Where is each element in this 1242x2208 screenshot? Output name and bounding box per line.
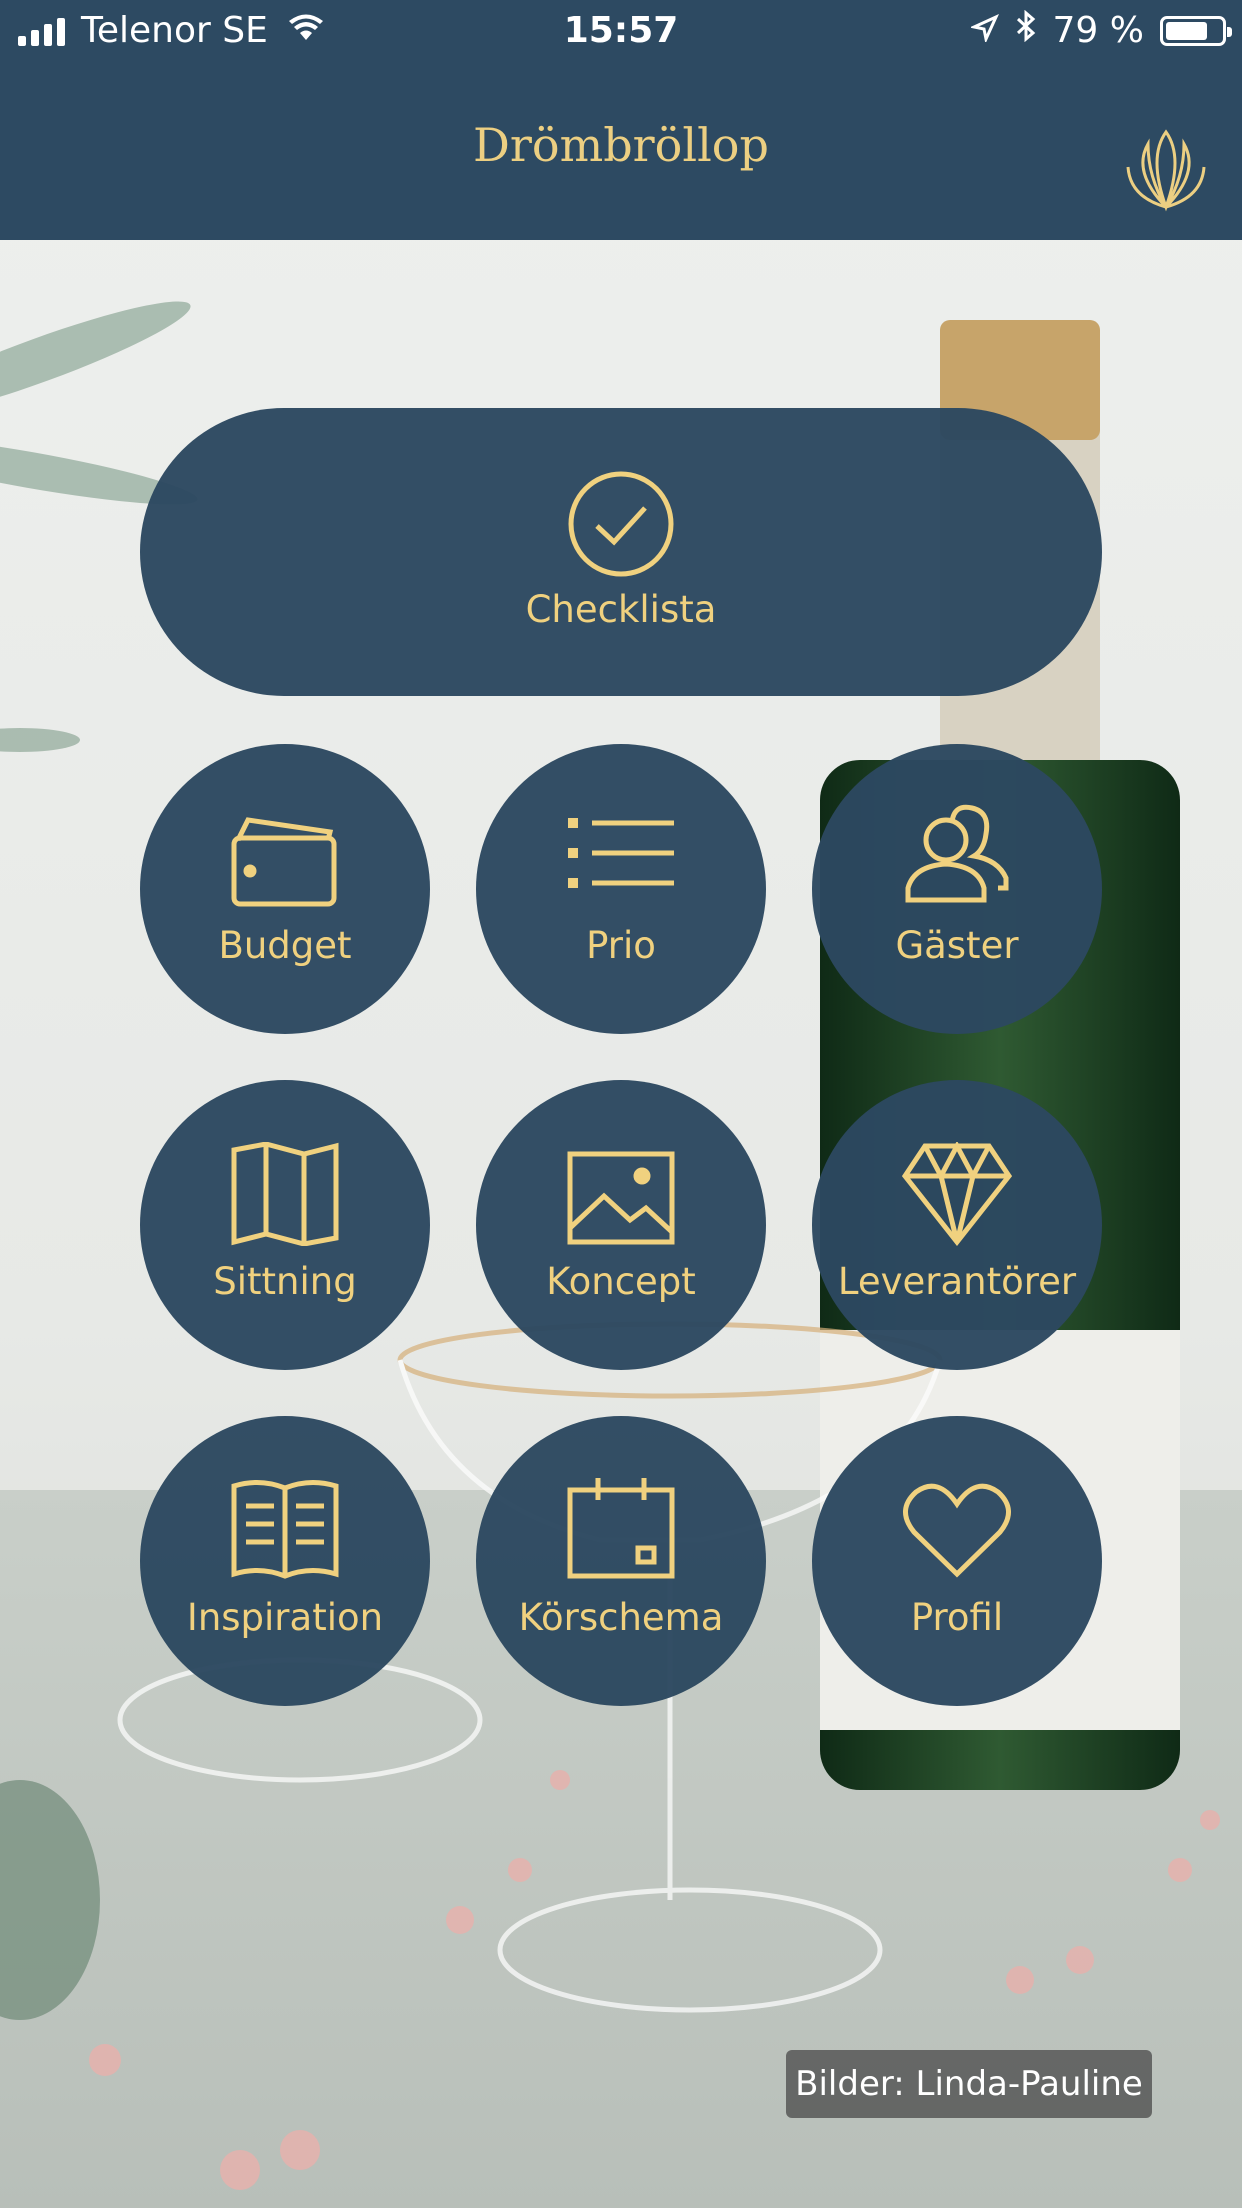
guests-label: Gäster bbox=[895, 924, 1019, 967]
bluetooth-icon bbox=[1015, 9, 1037, 51]
vendors-button[interactable]: Leverantörer bbox=[812, 1080, 1102, 1370]
location-arrow-icon bbox=[968, 10, 999, 51]
status-bar: Telenor SE 15:57 79 % bbox=[0, 0, 1242, 62]
photo-credit: Bilder: Linda-Pauline bbox=[786, 2050, 1152, 2118]
list-icon bbox=[566, 814, 676, 898]
checklist-label: Checklista bbox=[525, 588, 717, 631]
inspiration-button[interactable]: Inspiration bbox=[140, 1416, 430, 1706]
diamond-icon bbox=[901, 1140, 1013, 1250]
concept-label: Koncept bbox=[546, 1260, 696, 1303]
heart-icon bbox=[902, 1482, 1012, 1586]
schedule-label: Körschema bbox=[518, 1596, 724, 1639]
battery-percent: 79 % bbox=[1052, 10, 1144, 51]
check-circle-icon bbox=[567, 470, 675, 582]
lotus-icon[interactable] bbox=[1118, 122, 1214, 222]
budget-label: Budget bbox=[218, 924, 352, 967]
vendors-label: Leverantörer bbox=[837, 1260, 1077, 1303]
prio-button[interactable]: Prio bbox=[476, 744, 766, 1034]
profile-button[interactable]: Profil bbox=[812, 1416, 1102, 1706]
concept-button[interactable]: Koncept bbox=[476, 1080, 766, 1370]
seating-label: Sittning bbox=[213, 1260, 357, 1303]
wallet-icon bbox=[230, 814, 340, 914]
prio-label: Prio bbox=[586, 924, 656, 967]
book-icon bbox=[230, 1476, 340, 1584]
profile-label: Profil bbox=[910, 1596, 1004, 1639]
schedule-button[interactable]: Körschema bbox=[476, 1416, 766, 1706]
app-title: Drömbröllop bbox=[473, 118, 769, 172]
map-icon bbox=[230, 1141, 340, 1250]
checklist-button[interactable]: Checklista bbox=[140, 408, 1102, 696]
calendar-icon bbox=[566, 1476, 676, 1584]
seating-button[interactable]: Sittning bbox=[140, 1080, 430, 1370]
battery-icon bbox=[1160, 15, 1232, 46]
budget-button[interactable]: Budget bbox=[140, 744, 430, 1034]
image-icon bbox=[566, 1150, 676, 1250]
guests-button[interactable]: Gäster bbox=[812, 744, 1102, 1034]
users-icon bbox=[902, 804, 1012, 908]
inspiration-label: Inspiration bbox=[186, 1596, 384, 1639]
